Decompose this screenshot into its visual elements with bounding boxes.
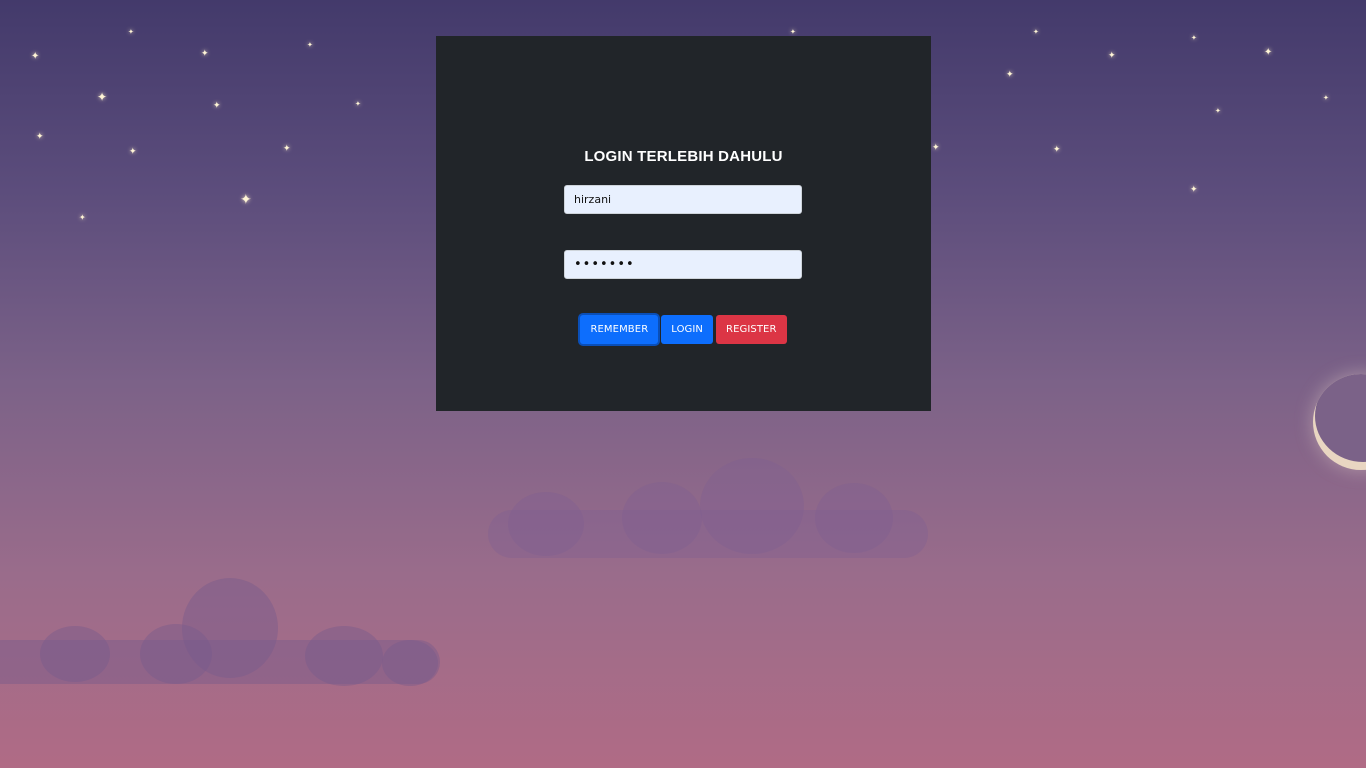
star-icon: ✦ [129, 147, 137, 157]
star-icon: ✦ [79, 213, 86, 222]
star-icon: ✦ [213, 101, 221, 111]
star-icon: ✦ [1033, 28, 1039, 36]
username-input[interactable] [564, 185, 802, 214]
star-icon: ✦ [1264, 47, 1273, 58]
star-icon: ✦ [1323, 94, 1329, 102]
login-title: LOGIN TERLEBIH DAHULU [584, 148, 783, 165]
star-icon: ✦ [1190, 185, 1198, 195]
star-icon: ✦ [1215, 107, 1221, 115]
star-icon: ✦ [128, 28, 134, 36]
star-icon: ✦ [1108, 51, 1116, 61]
star-icon: ✦ [201, 49, 209, 59]
star-icon: ✦ [1006, 70, 1014, 80]
cloud-shape [488, 510, 928, 558]
star-icon: ✦ [31, 51, 40, 62]
moon-icon [1313, 374, 1366, 470]
button-row: REMEMBER LOGIN REGISTER [436, 315, 931, 344]
star-icon: ✦ [36, 132, 44, 142]
remember-button[interactable]: REMEMBER [580, 315, 659, 344]
star-icon: ✦ [790, 28, 796, 36]
cloud-shape [0, 640, 440, 684]
password-input[interactable] [564, 250, 802, 279]
login-card: LOGIN TERLEBIH DAHULU REMEMBER LOGIN REG… [436, 36, 931, 411]
star-icon: ✦ [307, 41, 313, 49]
star-icon: ✦ [1053, 145, 1061, 155]
star-icon: ✦ [932, 143, 940, 153]
star-icon: ✦ [283, 144, 291, 154]
register-button[interactable]: REGISTER [716, 315, 787, 344]
login-button[interactable]: LOGIN [661, 315, 714, 344]
star-icon: ✦ [97, 90, 108, 104]
star-icon: ✦ [1191, 34, 1197, 42]
star-icon: ✦ [355, 100, 361, 108]
star-icon: ✦ [240, 192, 252, 208]
